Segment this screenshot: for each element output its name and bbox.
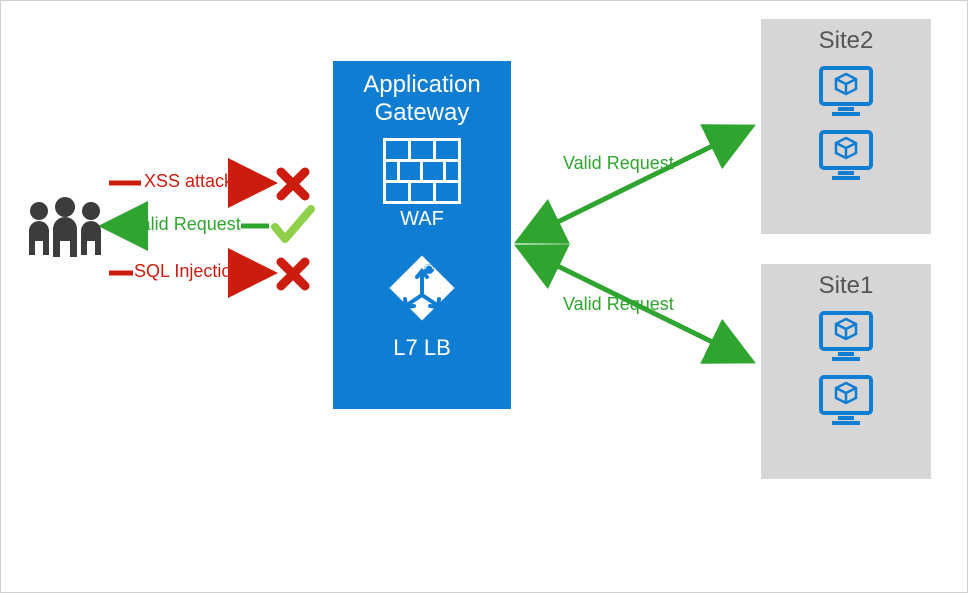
vm-icon [818, 310, 874, 364]
site2-title: Site2 [761, 27, 931, 55]
route-to-site1-label: Valid Request [563, 294, 674, 315]
l7-lb-label: L7 LB [339, 335, 505, 361]
gateway-title: Application Gateway [339, 71, 505, 126]
firewall-icon [383, 138, 461, 204]
route-to-site2-label: Valid Request [563, 153, 674, 174]
diagram-canvas: XSS attack Valid Request SQL Injection V… [0, 0, 968, 593]
vm-icon [818, 65, 874, 119]
site1-title: Site1 [761, 272, 931, 300]
sql-injection-label: SQL Injection [134, 261, 241, 282]
xss-blocked-icon [277, 168, 309, 200]
application-gateway-panel: Application Gateway WAF L7 LB [333, 61, 511, 409]
vm-icon [818, 129, 874, 183]
vm-icon [818, 374, 874, 428]
users-icon [23, 197, 108, 257]
load-balancer-icon [383, 249, 461, 327]
xss-attack-label: XSS attack [144, 171, 233, 192]
valid-request-label: Valid Request [130, 214, 241, 235]
valid-check-icon [271, 205, 315, 245]
site2-panel: Site2 [761, 19, 931, 234]
sql-blocked-icon [277, 258, 309, 290]
gateway-title-line1: Application [363, 71, 480, 98]
gateway-title-line2: Gateway [375, 99, 470, 126]
site1-panel: Site1 [761, 264, 931, 479]
waf-label: WAF [339, 208, 505, 231]
